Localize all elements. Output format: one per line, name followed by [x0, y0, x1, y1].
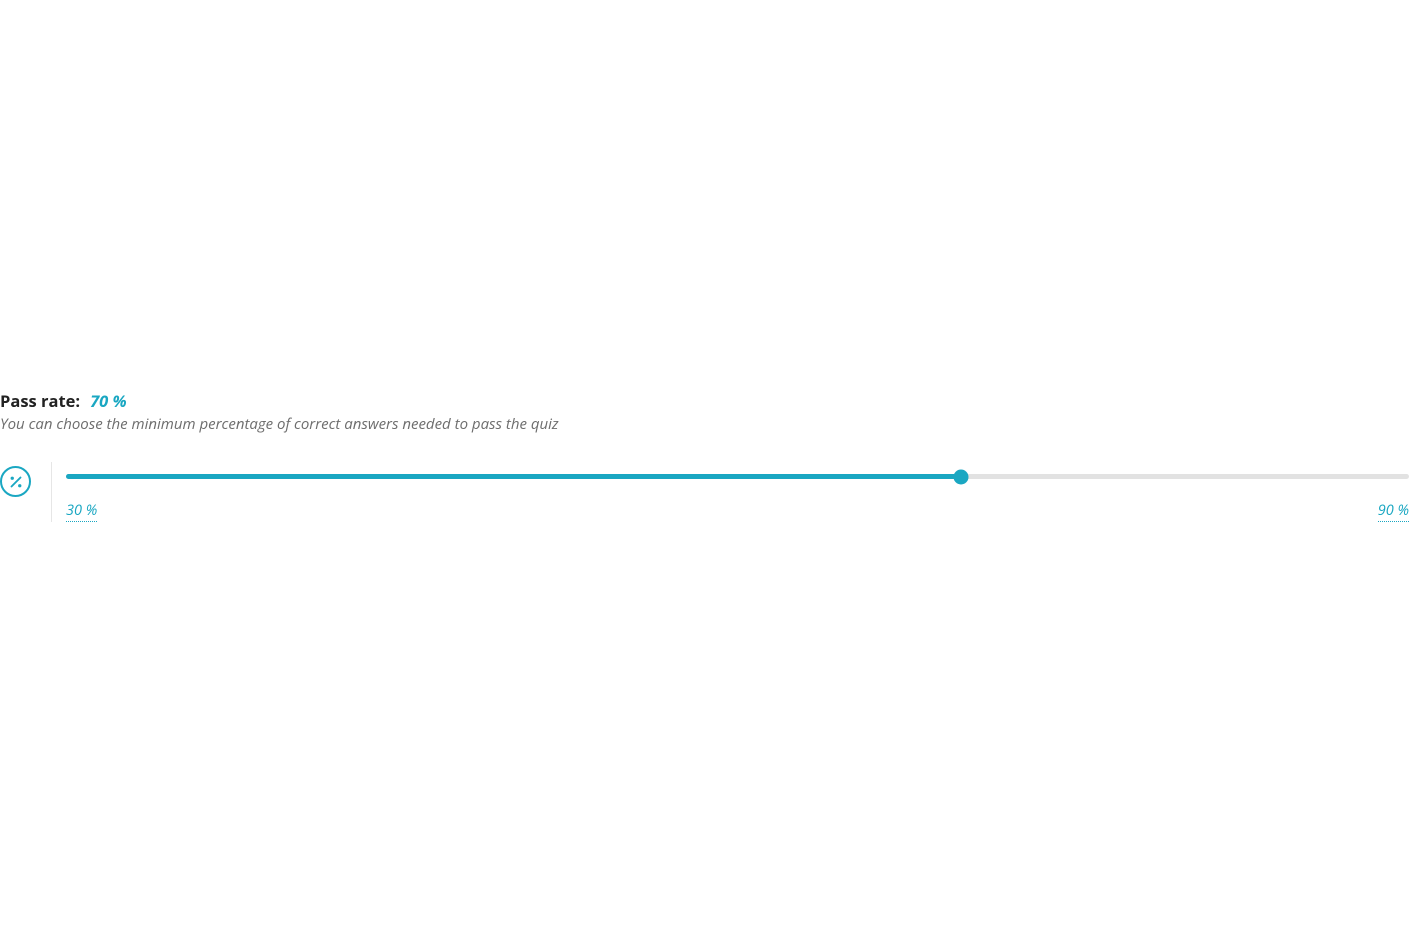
slider-min-label[interactable]: 30 %	[66, 501, 97, 522]
pass-rate-description: You can choose the minimum percentage of…	[0, 414, 1409, 434]
slider-thumb[interactable]	[954, 469, 969, 484]
pass-rate-slider-area: 30 % 90 %	[52, 462, 1409, 522]
pass-rate-label: Pass rate:	[0, 389, 80, 412]
pass-rate-value: 70 %	[90, 389, 127, 412]
slider-max-label[interactable]: 90 %	[1378, 501, 1409, 522]
percent-icon	[0, 466, 31, 497]
pass-rate-slider[interactable]	[66, 474, 1409, 479]
slider-fill	[66, 474, 961, 479]
slider-range-labels: 30 % 90 %	[66, 501, 1409, 522]
pass-rate-slider-row: 30 % 90 %	[0, 462, 1409, 522]
percent-icon-box	[0, 462, 52, 522]
pass-rate-section: Pass rate: 70 % You can choose the minim…	[0, 389, 1409, 522]
pass-rate-header: Pass rate: 70 %	[0, 389, 1409, 412]
